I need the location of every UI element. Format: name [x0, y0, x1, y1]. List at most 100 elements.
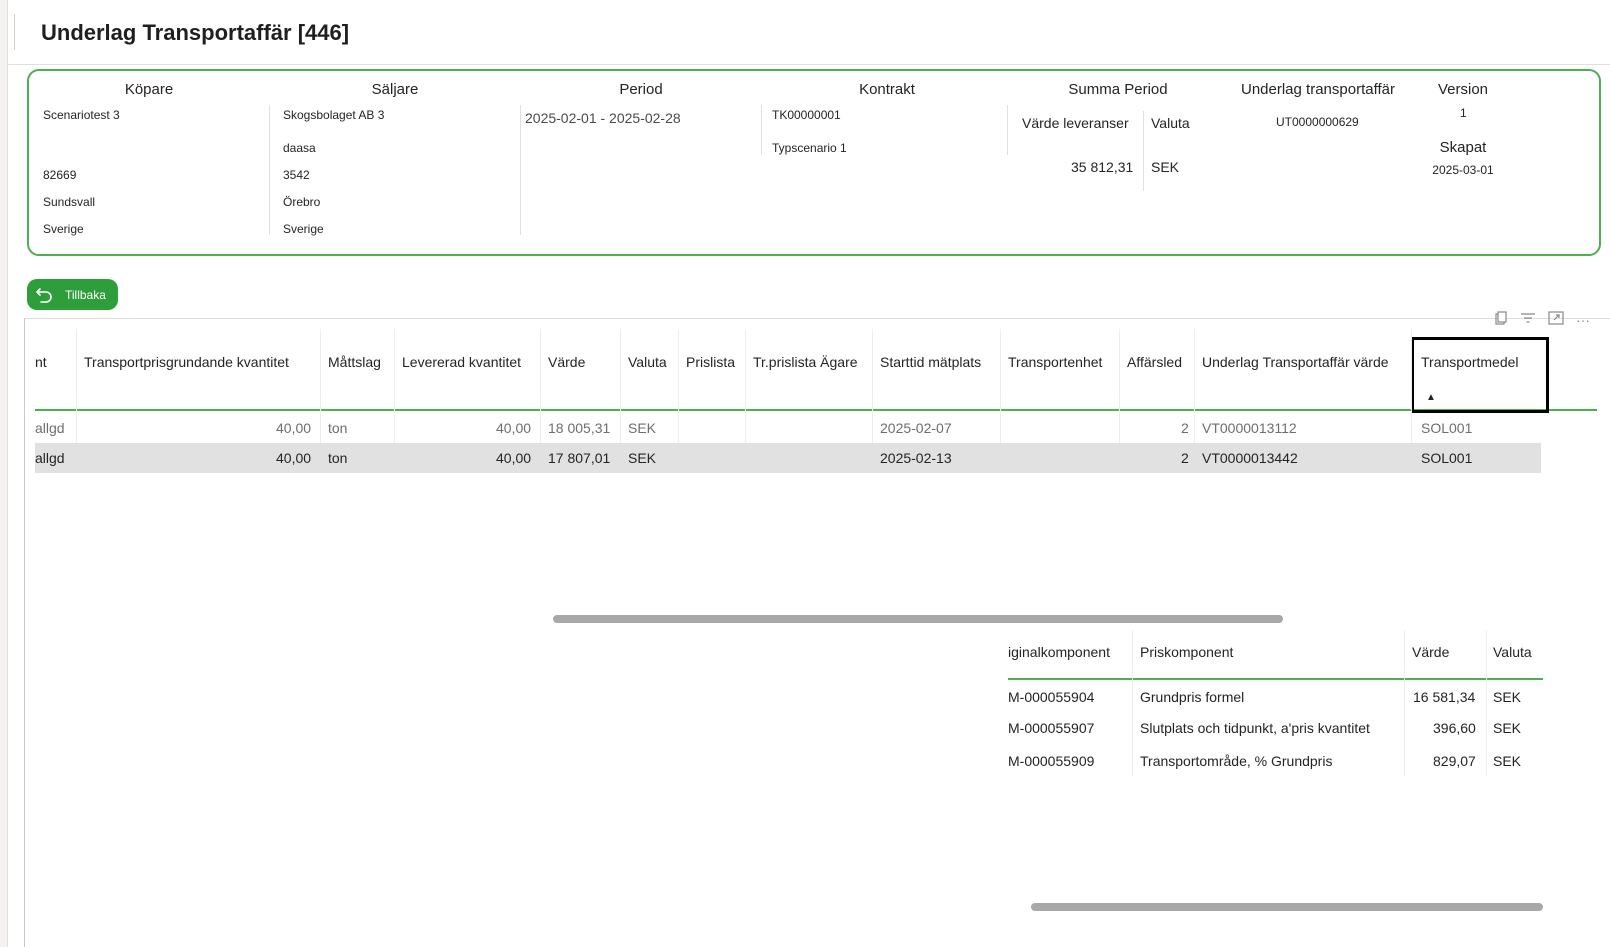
cell-varde: 17 807,01 [548, 450, 611, 466]
column-header-affarsled[interactable]: Affärsled [1127, 354, 1182, 370]
title-bar: Underlag Transportaffär [446] [14, 14, 1594, 50]
cell-varde: 396,60 [1433, 720, 1476, 736]
summa-label: Summa Period [1068, 81, 1168, 98]
back-button-label: Tillbaka [65, 287, 106, 302]
main-table-horizontal-scrollbar[interactable] [553, 615, 1283, 623]
column-header-nt[interactable]: nt [35, 354, 47, 370]
cell-valuta: SEK [1493, 689, 1522, 705]
cell-mattslag: ton [328, 420, 348, 436]
column-header-valuta[interactable]: Valuta [1493, 644, 1532, 660]
column-header-starttid-matplats[interactable]: Starttid mätplats [880, 354, 981, 370]
cell-starttid-matplats: 2025-02-13 [880, 450, 952, 466]
cell-varde: 18 005,31 [548, 420, 611, 436]
column-header-varde[interactable]: Värde [1412, 644, 1449, 660]
summa-col1-label: Värde leveranser [1022, 115, 1129, 131]
cell-priskomponent: Transportområde, % Grundpris [1140, 753, 1333, 769]
cell-levererad-kvantitet: 40,00 [496, 420, 532, 436]
summa-divider [1143, 111, 1144, 191]
header-card: Köpare Scenariotest 3 82669 Sundsvall Sv… [27, 69, 1601, 256]
column-header-levererad-kvantitet[interactable]: Levererad kvantitet [402, 354, 521, 370]
cell-affarsled: 2 [1181, 420, 1189, 436]
cell-transportprisgrundande-kvantitet: 40,00 [276, 420, 312, 436]
column-header-valuta[interactable]: Valuta [628, 354, 667, 370]
saljare-country: Sverige [283, 222, 324, 236]
sub-table-horizontal-scrollbar[interactable] [1031, 903, 1543, 911]
page-title: Underlag Transportaffär [446] [41, 20, 350, 45]
created-label: Skapat [1439, 139, 1487, 156]
kopare-column: Köpare Scenariotest 3 82669 Sundsvall Sv… [29, 71, 269, 254]
column-separator [1486, 630, 1487, 776]
filter-icon[interactable] [1520, 311, 1536, 328]
cell-valuta: SEK [628, 450, 657, 466]
visual-header: ··· [1494, 311, 1590, 328]
kopare-postal: 82669 [43, 168, 77, 182]
column-header-prislista[interactable]: Prislista [686, 354, 735, 370]
cell-affarsled: 2 [1181, 450, 1189, 466]
column-header-transportenhet[interactable]: Transportenhet [1008, 354, 1102, 370]
summa-col2-label: Valuta [1151, 115, 1190, 131]
saljare-name: Skogsbolaget AB 3 [283, 108, 385, 122]
underlag-value: UT0000000629 [1276, 115, 1359, 129]
underlag-column: Underlag transportaffär UT0000000629 [1228, 71, 1408, 254]
kopare-city: Sundsvall [43, 195, 96, 209]
title-divider [8, 64, 1610, 65]
cell-transportprisgrundande-kvantitet: 40,00 [276, 450, 312, 466]
more-options-icon[interactable]: ··· [1576, 312, 1590, 328]
period-column: Period 2025-02-01 - 2025-02-28 [521, 71, 761, 254]
created-value: 2025-03-01 [1432, 163, 1494, 177]
column-header-underlag-transportaffar-varde[interactable]: Underlag Transportaffär värde [1202, 354, 1389, 370]
saljare-label: Säljare [371, 81, 419, 98]
table-row[interactable]: allgd 40,00 ton 40,00 17 807,01 SEK 2025… [35, 443, 1541, 473]
underlag-label: Underlag transportaffär [1241, 81, 1395, 98]
cell-mattslag: ton [328, 450, 348, 466]
cell-originalkomponent: M-000055907 [1008, 720, 1095, 736]
kopare-label: Köpare [124, 81, 174, 98]
cell-transportmedel: SOL001 [1421, 420, 1473, 436]
kontrakt-number: TK00000001 [772, 108, 841, 122]
cell-nt: allgd [35, 450, 65, 466]
kontrakt-label: Kontrakt [859, 81, 915, 98]
column-header-priskomponent[interactable]: Priskomponent [1140, 644, 1233, 660]
version-label: Version [1437, 81, 1489, 98]
focus-mode-icon[interactable] [1548, 311, 1564, 328]
cell-nt: allgd [35, 420, 65, 436]
saljare-postal: 3542 [283, 168, 310, 182]
copy-icon[interactable] [1494, 311, 1508, 328]
cell-transportmedel: SOL001 [1421, 450, 1473, 466]
summa-currency: SEK [1151, 159, 1180, 175]
period-value: 2025-02-01 - 2025-02-28 [525, 110, 681, 126]
cell-underlag-varde: VT0000013112 [1202, 420, 1297, 436]
cell-originalkomponent: M-000055904 [1008, 689, 1095, 705]
kopare-name: Scenariotest 3 [43, 108, 120, 122]
saljare-column: Säljare Skogsbolaget AB 3 daasa 3542 Öre… [270, 71, 520, 254]
cell-valuta: SEK [1493, 753, 1522, 769]
version-column: Version 1 Skapat 2025-03-01 [1408, 71, 1518, 254]
kopare-country: Sverige [43, 222, 84, 236]
back-arrow-icon [36, 287, 52, 303]
summa-column: Summa Period Värde leveranser Valuta 35 … [1008, 71, 1228, 254]
saljare-city: Örebro [283, 195, 321, 209]
column-header-transportprisgrundande-kvantitet[interactable]: Transportprisgrundande kvantitet [84, 354, 289, 370]
column-header-varde[interactable]: Värde [548, 354, 585, 370]
column-header-originalkomponent[interactable]: iginalkomponent [1008, 644, 1110, 660]
sub-table-header-divider [1008, 678, 1543, 680]
cell-levererad-kvantitet: 40,00 [496, 450, 532, 466]
back-button[interactable]: Tillbaka [27, 279, 118, 310]
kontrakt-scenario: Typscenario 1 [772, 141, 847, 155]
version-value: 1 [1460, 106, 1467, 120]
cell-varde: 16 581,34 [1413, 689, 1476, 705]
column-separator [1132, 630, 1133, 776]
cell-starttid-matplats: 2025-02-07 [880, 420, 952, 436]
cell-priskomponent: Grundpris formel [1140, 689, 1245, 705]
saljare-line2: daasa [283, 141, 316, 155]
column-header-trprislista-agare[interactable]: Tr.prislista Ägare [753, 354, 858, 370]
cell-originalkomponent: M-000055909 [1008, 753, 1095, 769]
cell-valuta: SEK [1493, 720, 1522, 736]
table-row[interactable]: allgd 40,00 ton 40,00 18 005,31 SEK 2025… [35, 413, 1597, 443]
period-label: Period [619, 81, 663, 98]
left-rail [0, 0, 8, 947]
column-header-mattslag[interactable]: Måttslag [328, 354, 381, 370]
column-separator [1404, 630, 1405, 776]
sort-ascending-icon[interactable]: ▲ [1426, 392, 1436, 403]
cell-varde: 829,07 [1433, 753, 1476, 769]
